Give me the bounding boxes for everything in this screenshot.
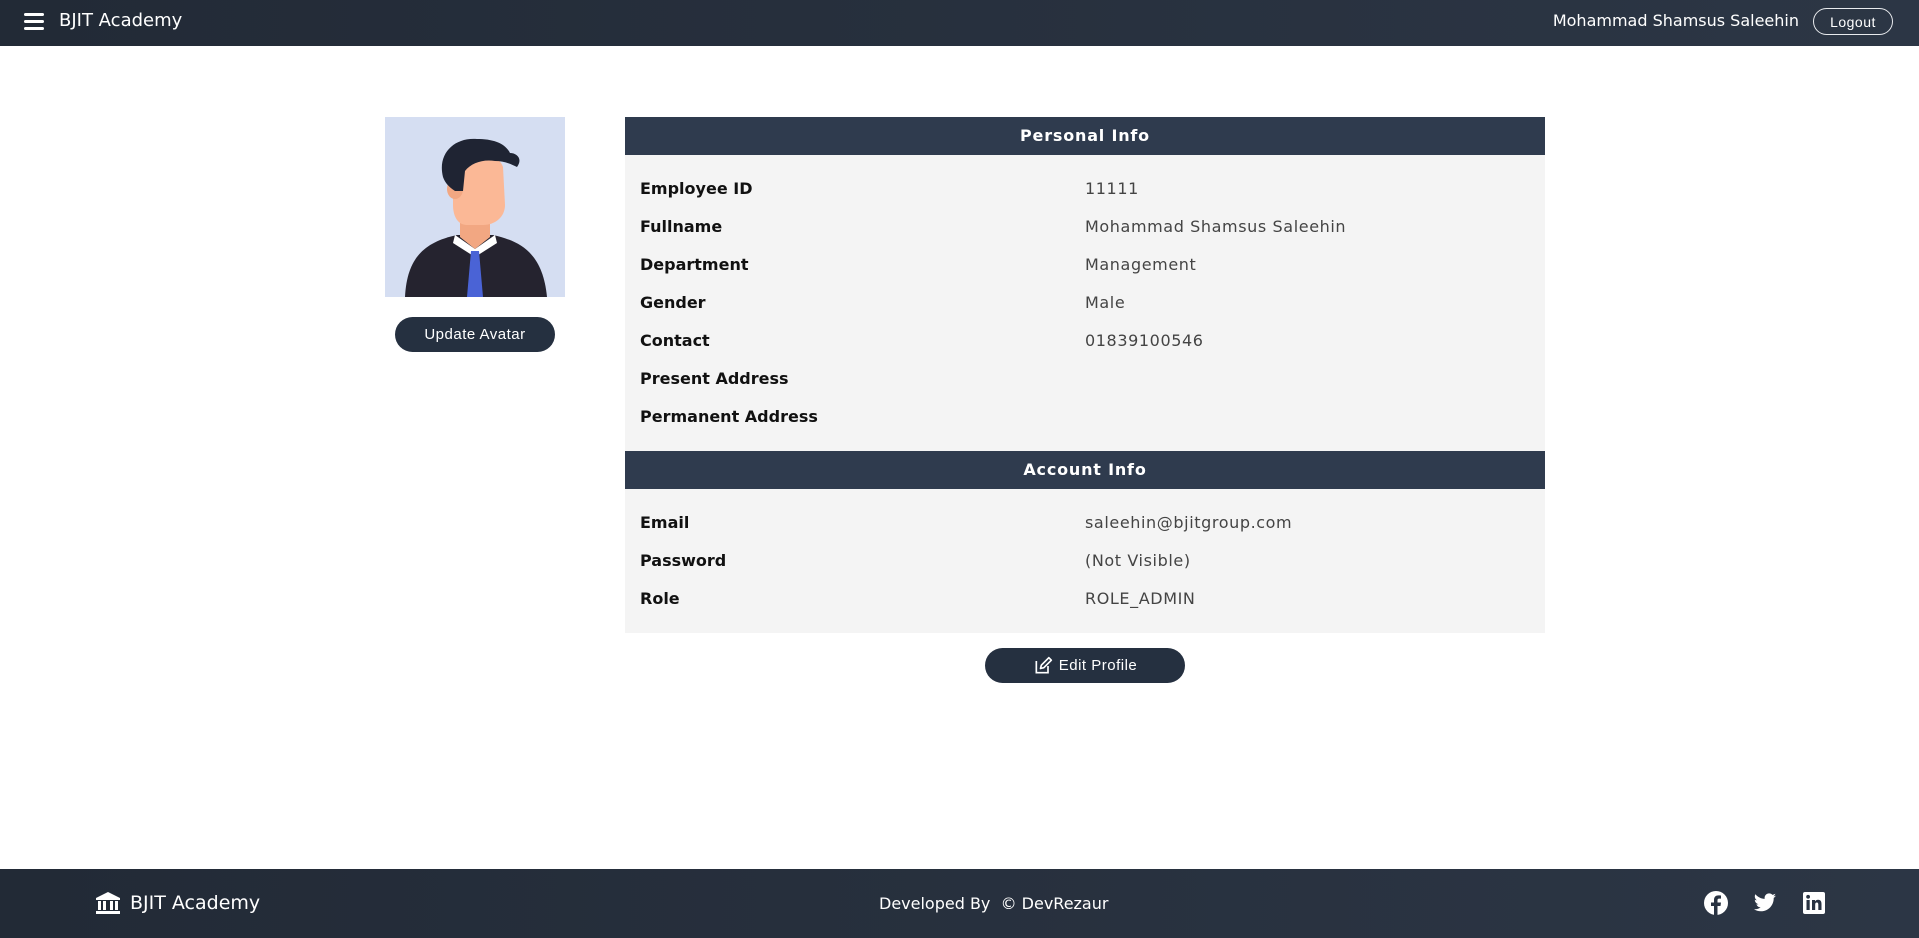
row-value: Mohammad Shamsus Saleehin	[1085, 217, 1347, 236]
account-info-heading: Account Info	[625, 451, 1545, 489]
personal-info-heading: Personal Info	[625, 117, 1545, 155]
row-label: Gender	[640, 293, 706, 312]
row-label: Role	[640, 589, 680, 608]
personal-info-list: Employee ID 11111 Fullname Mohammad Sham…	[625, 155, 1545, 451]
user-name: Mohammad Shamsus Saleehin	[1552, 11, 1799, 30]
info-row-permanent-address: Permanent Address	[625, 398, 1545, 436]
row-label: Email	[640, 513, 690, 532]
top-navbar: BJIT Academy Mohammad Shamsus Saleehin L…	[0, 0, 1919, 46]
row-label: Present Address	[640, 369, 789, 388]
avatar	[385, 117, 565, 297]
hamburger-icon[interactable]	[24, 13, 44, 31]
info-row-password: Password (Not Visible)	[625, 542, 1545, 580]
facebook-icon[interactable]	[1704, 891, 1728, 915]
info-row-present-address: Present Address	[625, 360, 1545, 398]
edit-profile-button[interactable]: Edit Profile	[985, 648, 1185, 683]
footer-brand[interactable]: BJIT Academy	[96, 892, 260, 914]
profile-panel: Personal Info Employee ID 11111 Fullname…	[625, 117, 1545, 633]
edit-icon	[1035, 656, 1052, 673]
footer: BJIT Academy Developed By © DevRezaur	[0, 869, 1919, 938]
bank-icon	[96, 892, 120, 914]
footer-credits: Developed By © DevRezaur	[879, 894, 1109, 913]
row-value: (Not Visible)	[1085, 551, 1191, 570]
twitter-icon[interactable]	[1753, 891, 1777, 915]
info-row-contact: Contact 01839100546	[625, 322, 1545, 360]
edit-profile-label: Edit Profile	[1058, 657, 1138, 674]
row-label: Department	[640, 255, 749, 274]
row-value: Male	[1085, 293, 1126, 312]
info-row-email: Email saleehin@bjitgroup.com	[625, 504, 1545, 542]
row-value: ROLE_ADMIN	[1085, 589, 1196, 608]
update-avatar-button[interactable]: Update Avatar	[395, 317, 555, 352]
row-label: Employee ID	[640, 179, 753, 198]
row-label: Contact	[640, 331, 710, 350]
linkedin-icon[interactable]	[1802, 891, 1826, 915]
brand-title[interactable]: BJIT Academy	[59, 10, 182, 31]
row-value: saleehin@bjitgroup.com	[1085, 513, 1293, 532]
account-info-list: Email saleehin@bjitgroup.com Password (N…	[625, 489, 1545, 633]
info-row-role: Role ROLE_ADMIN	[625, 580, 1545, 618]
footer-brand-label: BJIT Academy	[130, 892, 261, 914]
info-row-gender: Gender Male	[625, 284, 1545, 322]
info-row-department: Department Management	[625, 246, 1545, 284]
row-value: 01839100546	[1085, 331, 1204, 350]
info-row-fullname: Fullname Mohammad Shamsus Saleehin	[625, 208, 1545, 246]
row-value: Management	[1085, 255, 1197, 274]
logout-button[interactable]: Logout	[1813, 8, 1893, 35]
row-label: Fullname	[640, 217, 723, 236]
row-value: 11111	[1085, 179, 1139, 198]
info-row-employee-id: Employee ID 11111	[625, 170, 1545, 208]
person-avatar-icon	[385, 117, 565, 297]
row-label: Password	[640, 551, 727, 570]
row-label: Permanent Address	[640, 407, 818, 426]
